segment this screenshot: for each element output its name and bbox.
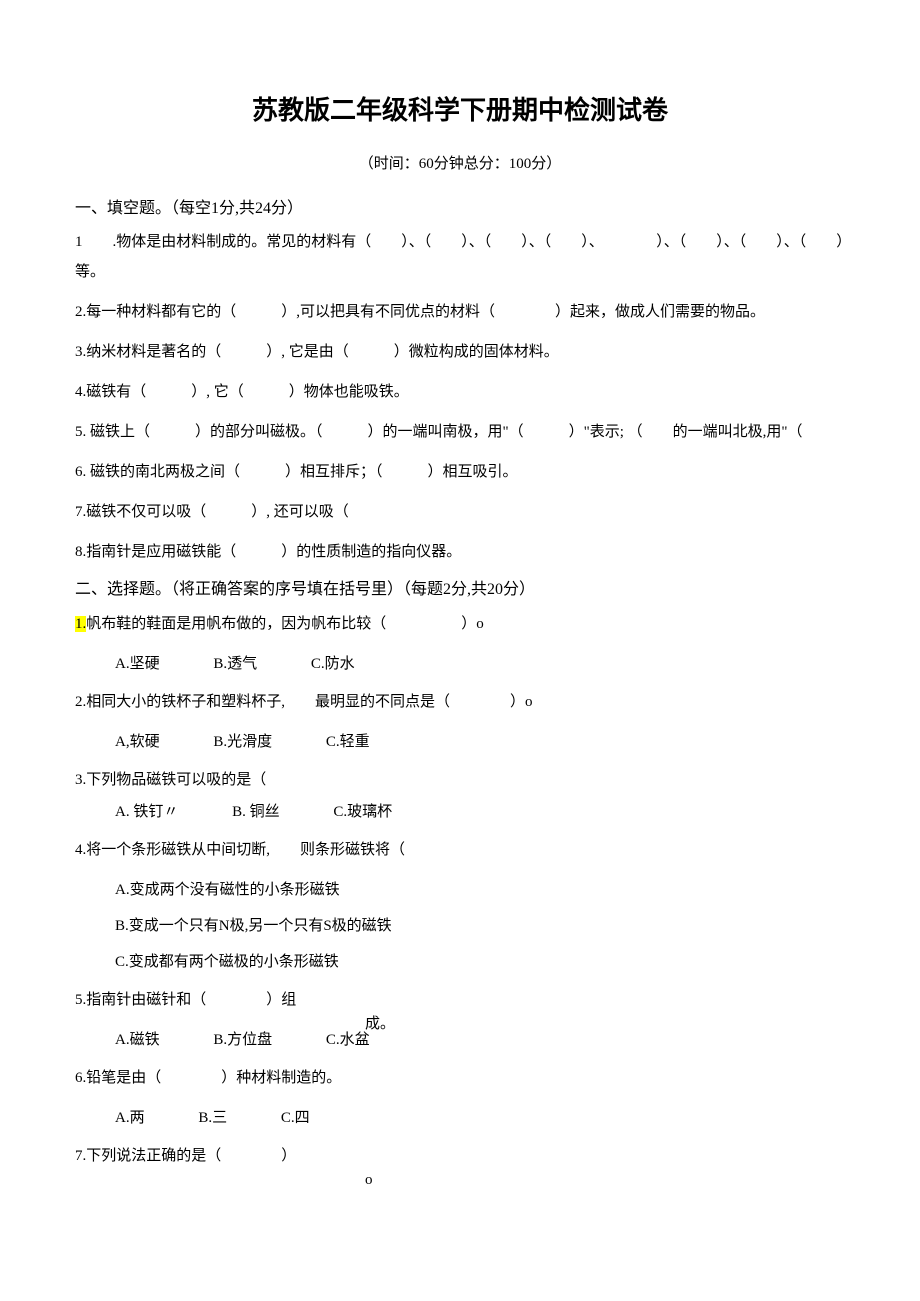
s2-q4: 4.将一个条形磁铁从中间切断, 则条形磁铁将（ — [75, 835, 845, 865]
s2-q7-text: 7.下列说法正确的是（ ） — [75, 1148, 296, 1164]
s2-q4-options: A.变成两个没有磁性的小条形磁铁 B.变成一个只有N极,另一个只有S极的磁铁 C… — [75, 875, 845, 977]
s2-q4-optB: B.变成一个只有N极,另一个只有S极的磁铁 — [115, 911, 845, 941]
s2-q7-o: o — [365, 1165, 373, 1195]
s2-q3-optB: B. 铜丝 — [232, 797, 280, 827]
page-title: 苏教版二年级科学下册期中检测试卷 — [75, 90, 845, 132]
s2-q3-optA: A. 铁钉〃 — [115, 797, 178, 827]
s2-q5-text: 5.指南针由磁针和（ ）组 — [75, 992, 296, 1008]
s2-q1-optB: B.透气 — [213, 649, 257, 679]
s2-q2-optC: C.轻重 — [326, 727, 370, 757]
s1-q6: 6. 磁铁的南北两极之间（ ）相互排斥；（ ）相互吸引。 — [75, 457, 845, 487]
s2-q7: 7.下列说法正确的是（ ） o — [75, 1141, 845, 1171]
s2-q1: 1.帆布鞋的鞋面是用帆布做的，因为帆布比较（ ）o — [75, 609, 845, 639]
s2-q5-optA: A.磁铁 — [115, 1025, 160, 1055]
s1-q1: 1 .物体是由材料制成的。常见的材料有（ ）、（ ）、（ ）、（ ）、 ）、（ … — [75, 227, 845, 287]
s2-q5-optB: B.方位盘 — [213, 1025, 272, 1055]
s1-q4: 4.磁铁有（ ）, 它（ ）物体也能吸铁。 — [75, 377, 845, 407]
page-subtitle: （时间：60分钟总分：100分） — [75, 152, 845, 176]
s2-q5: 5.指南针由磁针和（ ）组 成。 — [75, 985, 845, 1015]
s1-q3: 3.纳米材料是著名的（ ）, 它是由（ ）微粒构成的固体材料。 — [75, 337, 845, 367]
s2-q3-optC: C.玻璃杯 — [333, 797, 392, 827]
s2-q6-optA: A.两 — [115, 1103, 145, 1133]
s2-q1-optC: C.防水 — [311, 649, 355, 679]
s2-q5-options: A.磁铁 B.方位盘 C.水盆 — [75, 1025, 845, 1055]
s2-q1-text: 帆布鞋的鞋面是用帆布做的，因为帆布比较（ ）o — [86, 616, 484, 632]
s1-q5: 5. 磁铁上（ ）的部分叫磁极。（ ）的一端叫南极，用"（ ）"表示; （ 的一… — [75, 417, 845, 447]
highlight-1: 1. — [75, 616, 86, 632]
s2-q6-options: A.两 B.三 C.四 — [75, 1103, 845, 1133]
s2-q3: 3.下列物品磁铁可以吸的是（ — [75, 765, 845, 795]
s2-q4-optC: C.变成都有两个磁极的小条形磁铁 — [115, 947, 845, 977]
s2-q2: 2.相同大小的铁杯子和塑料杯子, 最明显的不同点是（ ）o — [75, 687, 845, 717]
s2-q2-optB: B.光滑度 — [213, 727, 272, 757]
section1-header: 一、填空题。（每空1分,共24分） — [75, 196, 845, 222]
s2-q6-optC: C.四 — [281, 1103, 310, 1133]
s2-q1-optA: A.坚硬 — [115, 649, 160, 679]
s2-q3-options: A. 铁钉〃 B. 铜丝 C.玻璃杯 — [75, 797, 845, 827]
s1-q8: 8.指南针是应用磁铁能（ ）的性质制造的指向仪器。 — [75, 537, 845, 567]
s1-q2: 2.每一种材料都有它的（ ）,可以把具有不同优点的材料（ ）起来，做成人们需要的… — [75, 297, 845, 327]
s2-q1-options: A.坚硬 B.透气 C.防水 — [75, 649, 845, 679]
s2-q5-optC: C.水盆 — [326, 1025, 370, 1055]
s2-q2-optA: A,软硬 — [115, 727, 160, 757]
s1-q7: 7.磁铁不仅可以吸（ ）, 还可以吸（ — [75, 497, 845, 527]
section2-header: 二、选择题。（将正确答案的序号填在括号里）（每题2分,共20分） — [75, 577, 845, 603]
s2-q6-optB: B.三 — [198, 1103, 227, 1133]
s2-q2-options: A,软硬 B.光滑度 C.轻重 — [75, 727, 845, 757]
s2-q5-cheng: 成。 — [365, 1009, 395, 1039]
s2-q4-optA: A.变成两个没有磁性的小条形磁铁 — [115, 875, 845, 905]
s2-q6: 6.铅笔是由（ ）种材料制造的。 — [75, 1063, 845, 1093]
